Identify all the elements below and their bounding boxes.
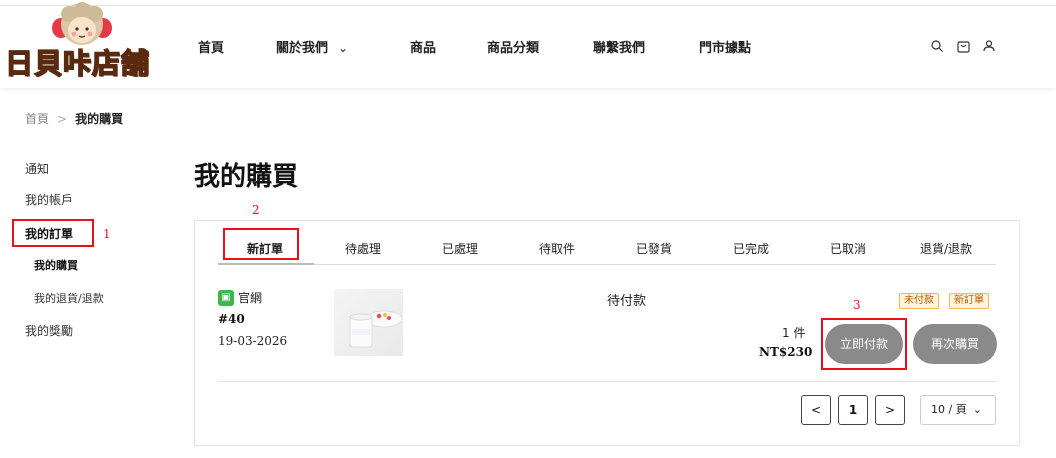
page-size-select[interactable]: 10 / 頁 ⌄ — [920, 395, 996, 425]
search-icon[interactable] — [931, 40, 943, 52]
nav-item-home[interactable]: 首頁 — [198, 37, 224, 56]
nav-item-stores[interactable]: 門市據點 — [699, 37, 751, 56]
tab-completed[interactable]: 已完成 — [733, 240, 769, 257]
annotation-number-3: 3 — [853, 298, 861, 312]
prev-page-button[interactable]: < — [801, 395, 831, 425]
page-title: 我的購買 — [194, 162, 299, 192]
active-tab-indicator — [218, 263, 314, 265]
nav-item-contact[interactable]: 聯繫我們 — [593, 37, 645, 56]
breadcrumb: 首頁 > 我的購買 — [25, 110, 123, 127]
main-nav: 首頁 關於我們 ⌄ 商品 商品分類 聯繫我們 門市據點 — [0, 6, 1056, 88]
nav-item-categories[interactable]: 商品分類 — [487, 37, 539, 56]
tab-shipped[interactable]: 已發貨 — [636, 240, 672, 257]
sidebar-item-notifications[interactable]: 通知 — [25, 160, 49, 177]
page-size-label: 10 / 頁 — [931, 403, 967, 416]
user-icon[interactable] — [983, 40, 995, 52]
store-icon: ▣ — [218, 290, 234, 306]
sidebar-item-account[interactable]: 我的帳戶 — [25, 191, 73, 208]
page-1-button[interactable]: 1 — [838, 395, 868, 425]
yogurt-jar-image — [349, 310, 403, 348]
sidebar-item-rewards[interactable]: 我的獎勵 — [25, 322, 73, 339]
tab-returns[interactable]: 退貨/退款 — [920, 240, 972, 257]
order-number[interactable]: #40 — [218, 312, 245, 326]
nav-item-products[interactable]: 商品 — [410, 37, 436, 56]
chevron-down-icon: ⌄ — [972, 403, 982, 416]
sidebar-item-purchases[interactable]: 我的購買 — [34, 257, 78, 273]
nav-item-about[interactable]: 關於我們 ⌄ — [276, 37, 348, 56]
tabs-divider — [218, 264, 996, 265]
unpaid-badge: 未付款 — [899, 293, 939, 309]
tab-processed[interactable]: 已處理 — [442, 240, 478, 257]
cart-icon[interactable] — [957, 40, 970, 53]
new-order-badge: 新訂單 — [949, 293, 989, 309]
tab-cancelled[interactable]: 已取消 — [830, 240, 866, 257]
tab-pending[interactable]: 待處理 — [345, 240, 381, 257]
annotation-box-3 — [821, 318, 907, 370]
nav-item-about-label: 關於我們 — [276, 41, 329, 56]
sidebar-item-returns[interactable]: 我的退貨/退款 — [34, 290, 104, 306]
reorder-button[interactable]: 再次購買 — [913, 324, 997, 364]
order-total: NT$230 — [759, 345, 813, 359]
order-quantity: 1 件 — [782, 326, 806, 340]
breadcrumb-current: 我的購買 — [75, 112, 124, 126]
breadcrumb-home[interactable]: 首頁 — [25, 112, 49, 126]
annotation-number-2: 2 — [252, 203, 260, 217]
order-channel: 官網 — [238, 291, 263, 305]
order-divider — [218, 381, 996, 382]
annotation-number-1: 1 — [103, 227, 111, 241]
annotation-box-2 — [223, 228, 299, 260]
tab-awaiting-pickup[interactable]: 待取件 — [539, 240, 575, 257]
annotation-box-1 — [12, 219, 94, 247]
order-status: 待付款 — [607, 294, 647, 309]
next-page-button[interactable]: > — [875, 395, 905, 425]
breadcrumb-separator: > — [57, 112, 68, 126]
product-thumbnail[interactable] — [334, 289, 403, 356]
chevron-down-icon: ⌄ — [338, 41, 349, 55]
order-date: 19-03-2026 — [218, 334, 288, 348]
